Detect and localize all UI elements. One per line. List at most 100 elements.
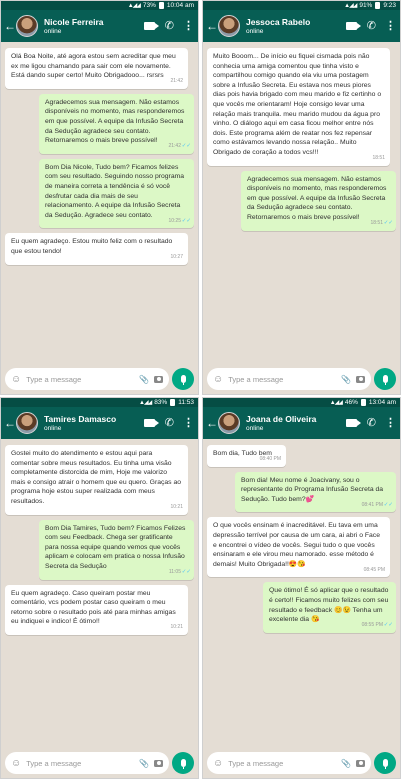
clock: 11:53 xyxy=(178,399,194,406)
contact-name: Joana de Oliveira xyxy=(246,414,317,424)
message-input[interactable] xyxy=(26,374,135,384)
message-text: O que vocês ensinam é inacreditável. Eu … xyxy=(213,522,380,568)
message-bubble[interactable]: Gostei muito do atendimento e estou aqui… xyxy=(5,445,188,515)
mic-icon xyxy=(382,375,388,385)
avatar[interactable] xyxy=(218,15,240,37)
signal-icon: ▲◢◢ xyxy=(344,3,357,9)
message-time: 08:45 PM xyxy=(363,566,385,573)
message-bubble[interactable]: Muito Booom... De início eu fiquei cisma… xyxy=(207,48,390,166)
back-arrow-icon[interactable]: ← xyxy=(206,417,218,429)
message-input-box: ☺ 📎 xyxy=(5,368,169,390)
more-options-icon[interactable]: ⋮ xyxy=(183,20,194,32)
emoji-icon[interactable]: ☺ xyxy=(213,758,223,769)
contact-status: online xyxy=(246,28,264,35)
chat-screen-tamires: ▲◢◢ 83% 11:53 ← Tamires Damasco online ✆… xyxy=(0,397,199,779)
message-list: Bom dia, Tudo bem 08:40 PM Bom dia! Meu … xyxy=(203,439,400,748)
message-bubble[interactable]: Bom Dia Nicole, Tudo bem? Ficamos felize… xyxy=(39,158,194,229)
emoji-icon[interactable]: ☺ xyxy=(11,758,21,769)
back-arrow-icon[interactable]: ← xyxy=(4,20,16,32)
attachment-icon[interactable]: 📎 xyxy=(341,759,351,768)
video-call-icon[interactable] xyxy=(345,22,361,30)
message-input[interactable] xyxy=(228,374,337,384)
contact-status: online xyxy=(246,425,264,432)
emoji-icon[interactable]: ☺ xyxy=(213,374,223,385)
phone-call-icon[interactable]: ✆ xyxy=(367,20,376,32)
video-call-icon[interactable] xyxy=(143,419,159,427)
message-time: 18:51 xyxy=(370,219,383,226)
chat-screen-joana: ▲◢◢ 46% 13:04 am ← Joana de Oliveira onl… xyxy=(202,397,401,779)
composer: ☺ 📎 xyxy=(5,752,194,774)
message-time: 11:05 xyxy=(168,568,181,575)
contact-info[interactable]: Nicole Ferreira online xyxy=(44,17,134,35)
message-bubble[interactable]: Agradecemos sua mensagem. Não estamos di… xyxy=(39,93,194,154)
phone-call-icon[interactable]: ✆ xyxy=(165,417,174,429)
phone-call-icon[interactable]: ✆ xyxy=(367,417,376,429)
message-input[interactable] xyxy=(228,758,337,768)
message-list: Olá Boa Noite, até agora estou sem acred… xyxy=(1,42,198,364)
message-input[interactable] xyxy=(26,758,135,768)
message-time: 10:27 xyxy=(170,253,183,260)
avatar[interactable] xyxy=(16,412,38,434)
signal-icon: ▲◢◢ xyxy=(329,400,343,406)
back-arrow-icon[interactable]: ← xyxy=(4,417,16,429)
message-bubble[interactable]: Olá Boa Noite, até agora estou sem acred… xyxy=(5,48,188,89)
chat-header: ← Jessoca Rabelo online ✆ ⋮ xyxy=(203,10,400,42)
clock: 13:04 am xyxy=(368,399,396,406)
contact-info[interactable]: Jessoca Rabelo online xyxy=(246,17,336,35)
more-options-icon[interactable]: ⋮ xyxy=(385,20,396,32)
message-time: 21:42 xyxy=(168,143,181,150)
video-call-icon[interactable] xyxy=(143,22,159,30)
chat-screen-nicole: ▲◢◢ 73% 10:04 am ← Nicole Ferreira onlin… xyxy=(0,0,199,395)
message-time: 21:42 xyxy=(170,78,183,85)
message-time: 10:21 xyxy=(170,503,183,510)
mic-button[interactable] xyxy=(172,368,194,390)
message-text: Eu quem agradeço. Caso queiram postar me… xyxy=(11,589,176,626)
message-bubble[interactable]: Agradecemos sua mensagem. Não estamos di… xyxy=(241,170,396,231)
message-text: Agradecemos sua mensagem. Não estamos di… xyxy=(247,175,387,221)
emoji-icon[interactable]: ☺ xyxy=(11,374,21,385)
camera-icon[interactable] xyxy=(154,375,163,383)
message-text: Eu quem agradeço. Estou muito feliz com … xyxy=(11,238,173,255)
camera-icon[interactable] xyxy=(356,375,365,383)
battery-icon xyxy=(158,2,164,9)
read-receipt-icon: ✓✓ xyxy=(181,568,191,575)
contact-name: Nicole Ferreira xyxy=(44,17,104,27)
message-text: Que ótimo! É só aplicar que o resultado … xyxy=(269,587,389,624)
more-options-icon[interactable]: ⋮ xyxy=(183,417,194,429)
avatar[interactable] xyxy=(218,412,240,434)
mic-button[interactable] xyxy=(172,752,194,774)
contact-info[interactable]: Joana de Oliveira online xyxy=(246,414,336,432)
phone-call-icon[interactable]: ✆ xyxy=(165,20,174,32)
battery-icon xyxy=(375,2,381,9)
message-input-box: ☺ 📎 xyxy=(207,752,371,774)
contact-info[interactable]: Tamires Damasco online xyxy=(44,414,134,432)
attachment-icon[interactable]: 📎 xyxy=(341,375,351,384)
message-bubble[interactable]: O que vocês ensinam é inacreditável. Eu … xyxy=(207,517,390,578)
avatar[interactable] xyxy=(16,15,38,37)
camera-icon[interactable] xyxy=(154,759,163,767)
clock: 10:04 am xyxy=(166,2,194,9)
attachment-icon[interactable]: 📎 xyxy=(139,375,149,384)
message-bubble[interactable]: Bom dia, Tudo bem 08:40 PM xyxy=(207,445,286,467)
back-arrow-icon[interactable]: ← xyxy=(206,20,218,32)
mic-button[interactable] xyxy=(374,368,396,390)
more-options-icon[interactable]: ⋮ xyxy=(385,417,396,429)
attachment-icon[interactable]: 📎 xyxy=(139,759,149,768)
chat-header: ← Nicole Ferreira online ✆ ⋮ xyxy=(1,10,198,42)
message-text: Gostei muito do atendimento e estou aqui… xyxy=(11,450,182,505)
mic-button[interactable] xyxy=(374,752,396,774)
message-bubble[interactable]: Que ótimo! É só aplicar que o resultado … xyxy=(263,582,396,633)
message-bubble[interactable]: Eu quem agradeço. Estou muito feliz com … xyxy=(5,233,188,265)
message-list: Gostei muito do atendimento e estou aqui… xyxy=(1,439,198,748)
message-text: Agradecemos sua mensagem. Não estamos di… xyxy=(45,98,185,145)
chat-header: ← Joana de Oliveira online ✆ ⋮ xyxy=(203,407,400,439)
message-bubble[interactable]: Eu quem agradeço. Caso queiram postar me… xyxy=(5,584,188,635)
contact-status: online xyxy=(44,425,62,432)
message-text: Bom dia! Meu nome é Joacivany, sou o rep… xyxy=(241,476,384,503)
video-call-icon[interactable] xyxy=(345,419,361,427)
message-text: Olá Boa Noite, até agora estou sem acred… xyxy=(11,53,176,80)
message-bubble[interactable]: Bom Dia Tamires, Tudo bem? Ficamos Feliz… xyxy=(39,519,194,580)
camera-icon[interactable] xyxy=(356,759,365,767)
contact-status: online xyxy=(44,28,62,35)
message-bubble[interactable]: Bom dia! Meu nome é Joacivany, sou o rep… xyxy=(235,471,396,513)
